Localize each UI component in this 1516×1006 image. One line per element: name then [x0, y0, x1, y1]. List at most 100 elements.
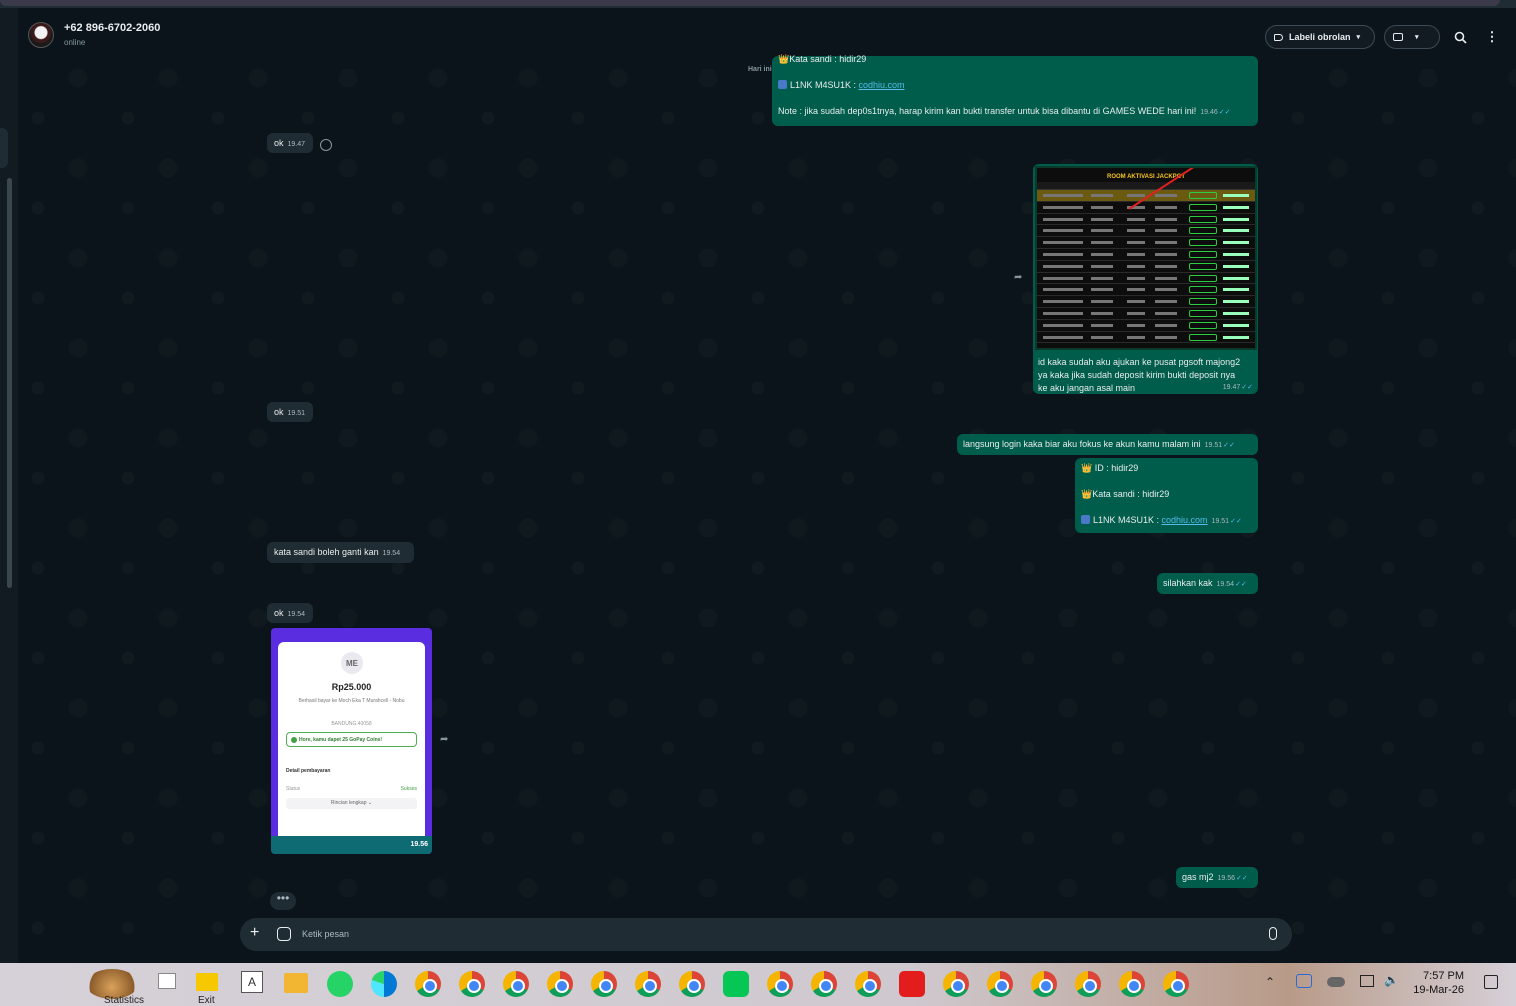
crown-icon: 👑: [1081, 463, 1093, 473]
status-value: Sukses: [400, 786, 417, 792]
message-line: 👑Kata sandi : hidir29: [778, 54, 867, 64]
message-time: 19.56: [1217, 875, 1236, 882]
receipt-card: ME Rp25.000 Berhasil bayar ke Moch Eka T…: [278, 642, 425, 854]
file-explorer-icon[interactable]: [284, 973, 308, 993]
video-icon: [1393, 33, 1403, 41]
sticky-note-icon[interactable]: [196, 973, 218, 991]
outgoing-message[interactable]: 👑 ID : hidir29 👑Kata sandi : hidir29 L1N…: [1075, 458, 1258, 533]
volume-icon[interactable]: 🔈: [1384, 973, 1399, 987]
forward-icon[interactable]: ➦: [440, 734, 448, 745]
receipt-description: Berhasil bayar ke Moch Eka T Murahcell -…: [298, 698, 405, 704]
chrome-icon[interactable]: [503, 971, 529, 997]
chrome-icon[interactable]: [855, 971, 881, 997]
read-ticks-icon: ✓✓: [1241, 384, 1253, 391]
outgoing-message[interactable]: silahkan kak 19.54✓✓: [1157, 573, 1258, 594]
message-time: 19.51: [1211, 518, 1230, 525]
exit-label[interactable]: Exit: [198, 995, 215, 1006]
read-ticks-icon: ✓✓: [1230, 518, 1242, 525]
compose-bar: + Ketik pesan: [240, 918, 1292, 951]
contact-name[interactable]: +62 896-6702-2060: [64, 22, 160, 34]
emoji-react-icon[interactable]: [320, 139, 332, 151]
left-scrollbar[interactable]: [7, 178, 12, 588]
chevron-down-icon: ▾: [1356, 34, 1361, 41]
chrome-icon[interactable]: [811, 971, 837, 997]
chrome-icon[interactable]: [459, 971, 485, 997]
outgoing-message[interactable]: gas mj2 19.56✓✓: [1176, 867, 1258, 888]
read-ticks-icon: ✓✓: [1218, 109, 1231, 116]
play-icon: [1081, 515, 1090, 524]
message-link[interactable]: codhiu.com: [859, 80, 905, 90]
wps-office-icon[interactable]: [899, 971, 925, 997]
sticker-icon[interactable]: [277, 927, 291, 941]
chrome-icon[interactable]: [635, 971, 661, 997]
whatsapp-icon[interactable]: [327, 971, 353, 997]
network-icon[interactable]: [1360, 975, 1374, 987]
rail-handle[interactable]: [0, 128, 8, 168]
message-time: 19.51: [287, 410, 306, 417]
outgoing-image-message[interactable]: ROOM AKTIVASI JACKPOT id kaka sudah aku …: [1033, 164, 1258, 394]
contact-status: online: [64, 38, 86, 47]
message-time: 19.54: [1216, 581, 1235, 588]
incoming-message[interactable]: kata sandi boleh ganti kan 19.54: [267, 542, 414, 563]
font-app-icon[interactable]: A: [241, 971, 263, 993]
video-call-button[interactable]: ▾: [1384, 25, 1440, 49]
tray-chevron-up-icon[interactable]: ⌃: [1265, 975, 1275, 989]
message-text: gas mj2: [1182, 872, 1214, 882]
chrome-icon[interactable]: [943, 971, 969, 997]
status-label: Status: [286, 786, 301, 792]
notification-icon[interactable]: [1484, 975, 1498, 989]
label-chat-button[interactable]: Labeli obrolan ▾: [1265, 25, 1375, 49]
chrome-icon[interactable]: [1163, 971, 1189, 997]
incoming-message[interactable]: ok 19.54: [267, 603, 313, 623]
clock-time: 7:57 PM: [1423, 970, 1464, 982]
chrome-icon[interactable]: [547, 971, 573, 997]
incoming-message[interactable]: ok 19.51: [267, 402, 313, 422]
chrome-icon[interactable]: [767, 971, 793, 997]
microphone-icon[interactable]: [1269, 927, 1277, 940]
chevron-down-icon: ▾: [1415, 34, 1419, 41]
message-time: 19.47: [287, 141, 306, 148]
receipt-amount: Rp25.000: [331, 682, 372, 692]
outgoing-message[interactable]: langsung login kaka biar aku fokus ke ak…: [957, 434, 1258, 455]
payment-detail-heading: Detail pembayaran: [286, 768, 331, 774]
chrome-icon[interactable]: [987, 971, 1013, 997]
line-app-icon[interactable]: [723, 971, 749, 997]
chrome-icon[interactable]: [415, 971, 441, 997]
window-icon[interactable]: [158, 973, 176, 989]
receipt-location: BANDUNG.40058: [331, 721, 372, 727]
crown-icon: 👑: [1081, 489, 1093, 499]
search-button[interactable]: [1450, 27, 1470, 47]
search-icon: [1454, 31, 1467, 44]
message-input[interactable]: Ketik pesan: [302, 929, 349, 939]
message-text: kata sandi boleh ganti kan: [274, 547, 379, 557]
chrome-icon[interactable]: [1031, 971, 1057, 997]
cloud-icon[interactable]: [1327, 977, 1345, 987]
jackpot-table-image[interactable]: ROOM AKTIVASI JACKPOT: [1035, 166, 1257, 350]
chrome-icon[interactable]: [679, 971, 705, 997]
message-link[interactable]: codhiu.com: [1162, 515, 1208, 525]
left-rail: [0, 8, 18, 963]
edge-icon[interactable]: [371, 971, 397, 997]
chat-panel: +62 896-6702-2060 online Labeli obrolan …: [18, 8, 1516, 963]
avatar[interactable]: [28, 22, 54, 48]
message-time: 19.51: [1204, 442, 1223, 449]
outgoing-message[interactable]: 👑Kata sandi : hidir29 L1NK M4SU1K : codh…: [772, 54, 1258, 126]
attach-plus-icon[interactable]: +: [250, 924, 259, 942]
forward-icon[interactable]: ➦: [1014, 272, 1022, 283]
chat-header: +62 896-6702-2060 online Labeli obrolan …: [18, 8, 1516, 60]
payment-receipt-image[interactable]: ME Rp25.000 Berhasil bayar ke Moch Eka T…: [271, 628, 432, 854]
merchant-badge: ME: [341, 652, 363, 674]
system-clock[interactable]: 7:57 PM 19-Mar-26: [1404, 969, 1464, 997]
message-text: ok: [274, 407, 284, 417]
chrome-icon[interactable]: [1119, 971, 1145, 997]
read-ticks-icon: ✓✓: [1223, 442, 1235, 449]
menu-button[interactable]: ⋮: [1482, 27, 1502, 47]
chrome-icon[interactable]: [1075, 971, 1101, 997]
incoming-message[interactable]: ok 19.47: [267, 133, 313, 153]
statistics-label[interactable]: Statistics: [104, 995, 144, 1006]
typing-indicator: •••: [270, 892, 296, 910]
message-time: 19.47: [1222, 384, 1241, 391]
onedrive-sync-icon[interactable]: [1296, 974, 1312, 988]
message-text: langsung login kaka biar aku fokus ke ak…: [963, 439, 1201, 449]
chrome-icon[interactable]: [591, 971, 617, 997]
